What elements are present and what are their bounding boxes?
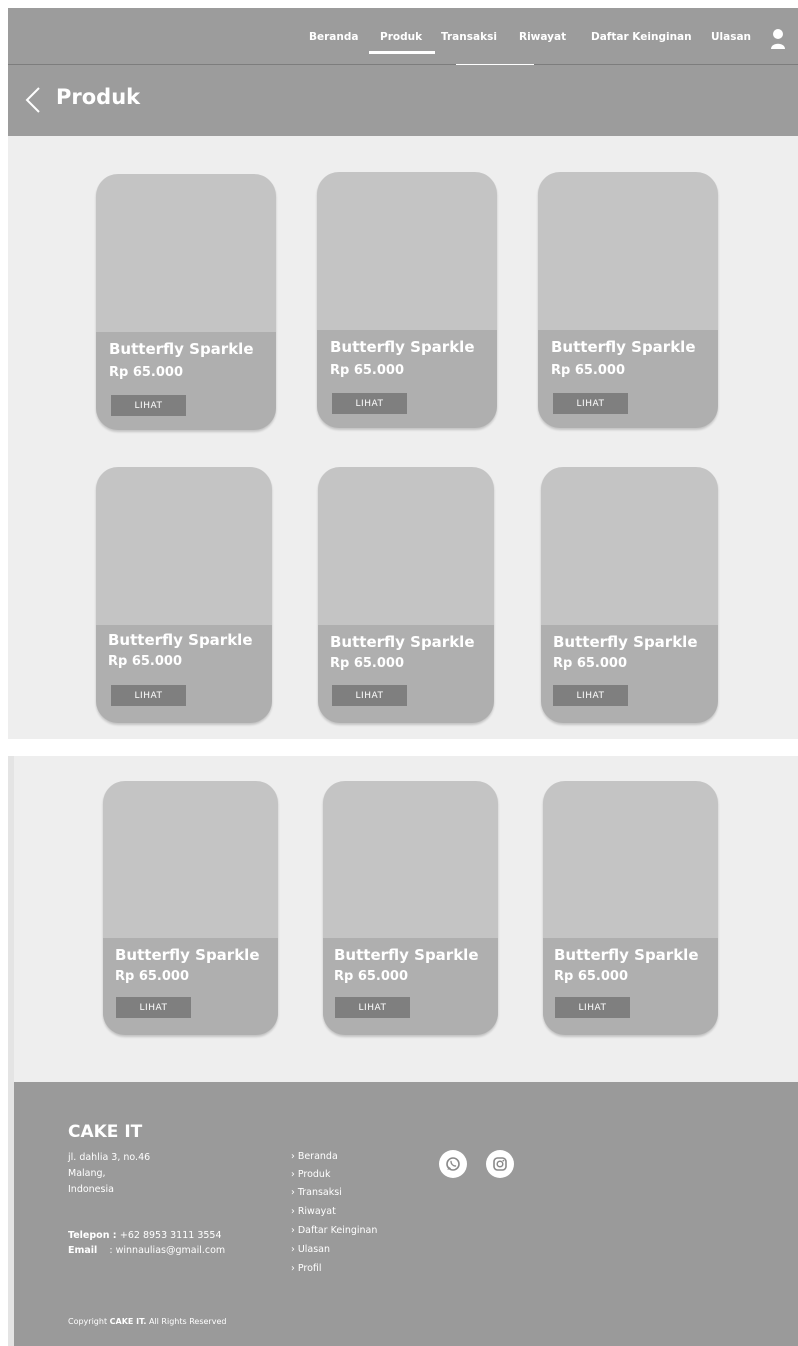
product-price: Rp 65.000: [334, 969, 409, 984]
footer-link-produk[interactable]: › Produk: [291, 1169, 330, 1180]
footer-link-riwayat[interactable]: › Riwayat: [291, 1206, 336, 1217]
product-price: Rp 65.000: [330, 363, 405, 378]
back-arrow-icon[interactable]: [24, 86, 44, 114]
product-card[interactable]: Butterfly Sparkle Rp 65.000 LIHAT: [318, 467, 494, 723]
nav-link-beranda[interactable]: Beranda: [309, 31, 358, 43]
footer-link-daftar-keinginan[interactable]: › Daftar Keinginan: [291, 1225, 377, 1236]
view-product-button[interactable]: LIHAT: [116, 997, 191, 1018]
product-name: Butterfly Sparkle: [108, 631, 253, 649]
view-product-button[interactable]: LIHAT: [111, 395, 186, 416]
phone-label: Telepon: [68, 1230, 110, 1241]
product-name: Butterfly Sparkle: [554, 946, 699, 964]
footer-email: Email : winnaulias@gmail.com: [68, 1245, 226, 1256]
product-price: Rp 65.000: [109, 365, 184, 380]
view-product-button[interactable]: LIHAT: [332, 393, 407, 414]
product-name: Butterfly Sparkle: [334, 946, 479, 964]
copyright-text: Copyright CAKE IT. All Rights Reserved: [68, 1317, 226, 1326]
nav-link-produk[interactable]: Produk: [380, 31, 422, 43]
copyright-suffix: All Rights Reserved: [148, 1317, 227, 1326]
nav-link-transaksi[interactable]: Transaksi: [441, 31, 497, 43]
product-name: Butterfly Sparkle: [109, 340, 254, 358]
nav-link-ulasan[interactable]: Ulasan: [711, 31, 751, 43]
product-price: Rp 65.000: [554, 969, 629, 984]
product-price: Rp 65.000: [551, 363, 626, 378]
view-product-button[interactable]: LIHAT: [555, 997, 630, 1018]
product-price: Rp 65.000: [553, 656, 628, 671]
phone-value: +62 8953 3111 3554: [119, 1230, 222, 1241]
product-card[interactable]: Butterfly Sparkle Rp 65.000 LIHAT: [103, 781, 278, 1035]
product-card[interactable]: Butterfly Sparkle Rp 65.000 LIHAT: [317, 172, 497, 428]
copyright-prefix: Copyright: [68, 1317, 108, 1326]
footer-link-beranda[interactable]: › Beranda: [291, 1151, 338, 1162]
nav-active-indicator: [369, 51, 435, 54]
view-product-button[interactable]: LIHAT: [332, 685, 407, 706]
view-product-button[interactable]: LIHAT: [553, 393, 628, 414]
product-name: Butterfly Sparkle: [115, 946, 260, 964]
footer-brand: CAKE IT: [68, 1122, 143, 1142]
product-name: Butterfly Sparkle: [330, 338, 475, 356]
footer-link-profil[interactable]: › Profil: [291, 1263, 322, 1274]
nav-link-riwayat[interactable]: Riwayat: [519, 31, 566, 43]
email-value: winnaulias@gmail.com: [115, 1245, 226, 1256]
product-price: Rp 65.000: [330, 656, 405, 671]
product-name: Butterfly Sparkle: [330, 633, 475, 651]
whatsapp-icon[interactable]: [439, 1150, 467, 1178]
footer-phone: Telepon : +62 8953 3111 3554: [68, 1230, 222, 1241]
product-card[interactable]: Butterfly Sparkle Rp 65.000 LIHAT: [96, 467, 272, 723]
email-label: Email: [68, 1245, 98, 1256]
footer-address-line: jl. dahlia 3, no.46: [68, 1152, 151, 1163]
product-card[interactable]: Butterfly Sparkle Rp 65.000 LIHAT: [323, 781, 498, 1035]
footer-link-ulasan[interactable]: › Ulasan: [291, 1244, 330, 1255]
product-price: Rp 65.000: [115, 969, 190, 984]
view-product-button[interactable]: LIHAT: [111, 685, 186, 706]
product-card[interactable]: Butterfly Sparkle Rp 65.000 LIHAT: [543, 781, 718, 1035]
page-title: Produk: [56, 85, 141, 109]
instagram-icon[interactable]: [486, 1150, 514, 1178]
view-product-button[interactable]: LIHAT: [553, 685, 628, 706]
product-name: Butterfly Sparkle: [551, 338, 696, 356]
footer-address-line: Malang,: [68, 1168, 106, 1179]
copyright-brand: CAKE IT.: [109, 1317, 147, 1326]
user-icon[interactable]: [770, 27, 786, 51]
view-product-button[interactable]: LIHAT: [335, 997, 410, 1018]
product-price: Rp 65.000: [108, 654, 183, 669]
footer-address-line: Indonesia: [68, 1184, 114, 1195]
product-name: Butterfly Sparkle: [553, 633, 698, 651]
product-card[interactable]: Butterfly Sparkle Rp 65.000 LIHAT: [538, 172, 718, 428]
nav-link-daftar-keinginan[interactable]: Daftar Keinginan: [591, 31, 692, 43]
footer-link-transaksi[interactable]: › Transaksi: [291, 1187, 342, 1198]
product-card[interactable]: Butterfly Sparkle Rp 65.000 LIHAT: [96, 174, 276, 430]
product-card[interactable]: Butterfly Sparkle Rp 65.000 LIHAT: [541, 467, 718, 723]
